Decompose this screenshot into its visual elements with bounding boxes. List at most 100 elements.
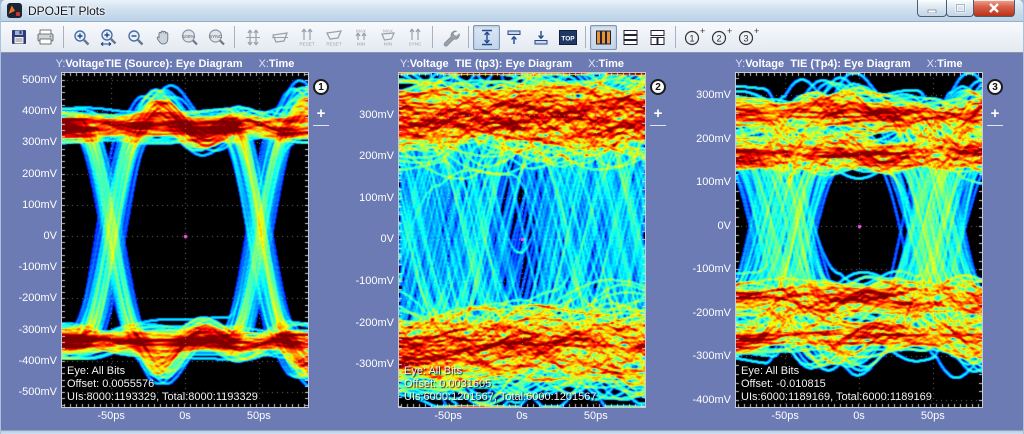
y-axis-labels: 300mV200mV100mV0V-100mV-200mV-300mV-400m… — [691, 72, 735, 408]
x-tick-label: 0s — [853, 410, 865, 422]
horizontal-maxmin-button[interactable]: MAXMIN — [374, 25, 401, 50]
zoom-plus-button[interactable]: + — [991, 107, 1000, 121]
zoom-sync-icon: SYNC — [207, 28, 226, 47]
x-tick-label: 0s — [179, 410, 191, 422]
horizontal-cursors-reset-icon: RESET — [324, 28, 344, 47]
app-icon — [7, 3, 22, 18]
toolbar: 100% SYNC RESET RESET MAXMIN MAXMIN SYNC — [1, 22, 1023, 53]
y-tick-label: 100mV — [354, 192, 394, 205]
y-tick-label: -200mV — [691, 307, 731, 320]
x-axis-source: Time — [599, 58, 624, 70]
plot-panel-2: Y:Voltage TIE (tp3): Eye Diagram X:Time … — [354, 56, 670, 430]
min-label: MIN — [356, 41, 364, 46]
top-label: TOP — [561, 35, 575, 42]
y-tick-label: -200mV — [17, 292, 57, 305]
reset-label: RESET — [326, 41, 342, 46]
stat-uis: UIs:8000:1193329, Total:8000:1193329 — [67, 391, 258, 404]
x-axis-prefix: X: — [588, 58, 598, 70]
y-tick-label: 300mV — [17, 136, 57, 149]
fit-vertical-icon — [478, 28, 496, 47]
new-plot-2-button[interactable]: 2+ — [707, 25, 734, 50]
pan-hand-icon — [154, 28, 172, 46]
plus-label: + — [727, 27, 732, 36]
y-tick-label: -300mV — [691, 350, 731, 363]
layout-grid-button[interactable] — [644, 25, 671, 50]
settings-button[interactable] — [437, 25, 464, 50]
stat-eye: Eye: All Bits — [741, 365, 932, 378]
stat-eye: Eye: All Bits — [404, 365, 596, 378]
plot-1-stats: Eye: All Bits Offset: 0.0055576 UIs:8000… — [67, 365, 258, 404]
fit-vertical-button[interactable] — [473, 25, 500, 50]
x-tick-label: 50ps — [584, 410, 608, 422]
plot-3-stats: Eye: All Bits Offset: -0.010815 UIs:6000… — [741, 365, 932, 404]
x-axis-prefix: X: — [927, 58, 937, 70]
minimize-button[interactable] — [917, 0, 947, 17]
eye-diagram-canvas-1[interactable] — [62, 73, 308, 407]
new-plot-1-button[interactable]: 1+ — [680, 25, 707, 50]
title-bar: DPOJET Plots — [1, 0, 1023, 22]
zoom-sync-button[interactable]: SYNC — [203, 25, 230, 50]
horizontal-cursors-button[interactable] — [266, 25, 293, 50]
vertical-cursors-button[interactable] — [239, 25, 266, 50]
y-tick-label: 300mV — [691, 89, 731, 102]
align-bottom-icon — [532, 28, 550, 47]
window-title: DPOJET Plots — [28, 4, 105, 18]
save-icon — [10, 28, 28, 46]
y-tick-label: -300mV — [17, 324, 57, 337]
y-tick-label: -100mV — [691, 263, 731, 276]
zoom-plus-button[interactable]: + — [654, 107, 663, 121]
zoom-100-button[interactable]: 100% — [176, 25, 203, 50]
stat-eye: Eye: All Bits — [67, 365, 258, 378]
layout-rows-button[interactable] — [617, 25, 644, 50]
plot-panel-1: Y:VoltageTIE (Source): Eye Diagram X:Tim… — [17, 56, 333, 430]
print-icon — [36, 28, 55, 46]
y-axis-source: Voltage TIE (Tp4): Eye Diagram — [745, 58, 910, 70]
stat-offset: Offset: 0.0031605 — [404, 378, 596, 391]
layout-columns-button[interactable] — [590, 25, 617, 50]
plot-number-badge: 1 — [313, 79, 329, 95]
zoom-horizontal-button[interactable] — [95, 25, 122, 50]
top-icon: TOP — [558, 28, 578, 47]
save-button[interactable] — [5, 25, 32, 50]
vertical-cursors-icon — [243, 28, 263, 47]
eye-diagram-canvas-2[interactable] — [399, 73, 645, 407]
zoom-horizontal-icon — [99, 28, 118, 47]
horizontal-cursors-reset-button[interactable]: RESET — [320, 25, 347, 50]
new-plot-3-button[interactable]: 3+ — [734, 25, 761, 50]
y-tick-label: 100mV — [17, 199, 57, 212]
zoom-out-button[interactable] — [122, 25, 149, 50]
plot-2-stats: Eye: All Bits Offset: 0.0031605 UIs:6000… — [404, 365, 596, 404]
y-tick-label: 200mV — [691, 133, 731, 146]
zoom-plus-button[interactable]: + — [317, 107, 326, 121]
stat-uis: UIs:6000:1189169, Total:6000:1189169 — [741, 391, 932, 404]
plot-2-header: Y:Voltage TIE (tp3): Eye Diagram X:Time — [354, 56, 670, 72]
plot-3-header: Y:Voltage TIE (Tp4): Eye Diagram X:Time — [691, 56, 1007, 72]
eye-diagram-canvas-3[interactable] — [736, 73, 982, 407]
y-tick-label: 0V — [691, 220, 731, 233]
plot-3-label: 3 — [743, 34, 748, 44]
print-button[interactable] — [32, 25, 59, 50]
zoom-in-button[interactable] — [68, 25, 95, 50]
y-axis-labels: 300mV200mV100mV0V-100mV-200mV-300mV — [354, 72, 398, 408]
x-tick-label: 0s — [516, 410, 528, 422]
x-axis-labels: -50ps0s50ps — [17, 408, 333, 426]
cursors-sync-icon: SYNC — [405, 28, 425, 47]
horizontal-cursors-icon — [270, 28, 290, 47]
vertical-maxmin-button[interactable]: MAXMIN — [347, 25, 374, 50]
pan-button[interactable] — [149, 25, 176, 50]
y-axis-prefix: Y: — [735, 58, 745, 70]
x-axis-labels: -50ps0s50ps — [354, 408, 670, 426]
y-tick-label: 400mV — [17, 105, 57, 118]
align-bottom-button[interactable] — [527, 25, 554, 50]
cursors-sync-button[interactable]: SYNC — [401, 25, 428, 50]
new-plot-2-icon: 2+ — [710, 27, 732, 47]
y-axis-labels: 500mV400mV300mV200mV100mV0V-100mV-200mV-… — [17, 72, 61, 408]
top-button[interactable]: TOP — [554, 25, 581, 50]
vertical-cursors-reset-button[interactable]: RESET — [293, 25, 320, 50]
maximize-button[interactable] — [946, 0, 974, 17]
y-tick-label: -400mV — [691, 394, 731, 407]
stat-offset: Offset: 0.0055576 — [67, 378, 258, 391]
align-top-button[interactable] — [500, 25, 527, 50]
close-button[interactable] — [973, 0, 1015, 17]
y-tick-label: 0V — [17, 230, 57, 243]
